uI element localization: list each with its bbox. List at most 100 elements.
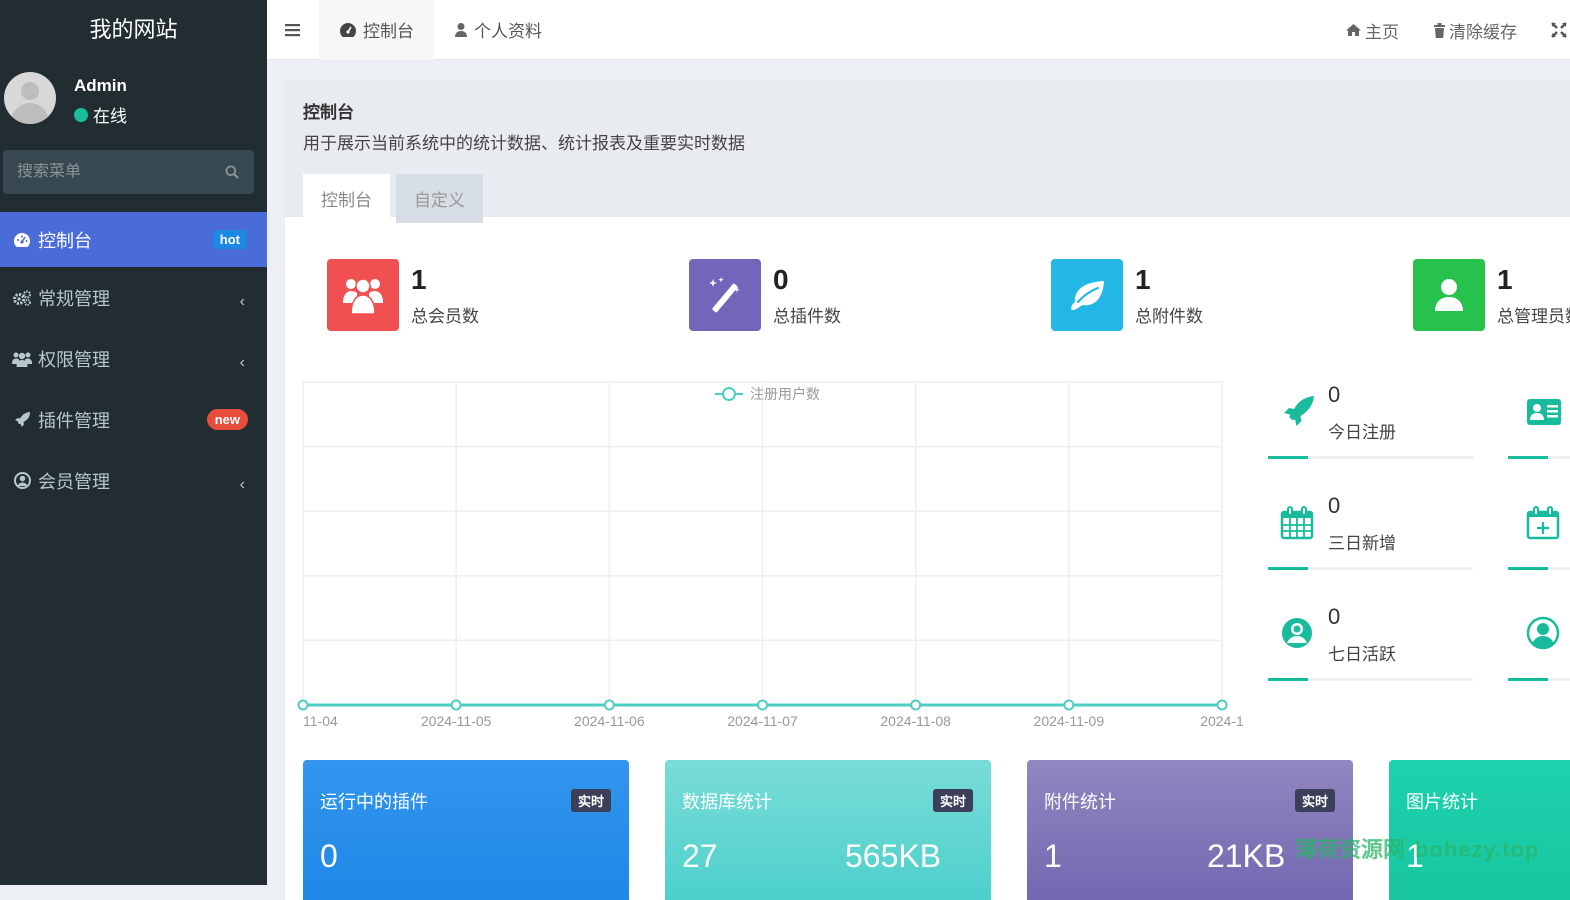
sidebar-item-dashboard[interactable]: 控制台 hot xyxy=(0,212,267,267)
group-icon xyxy=(12,349,32,369)
sidebar-item-label: 控制台 xyxy=(38,230,92,251)
mini-stat-label: 三日新增 xyxy=(1328,534,1396,553)
rocket-icon xyxy=(12,410,32,430)
sidebar-item-label: 会员管理 xyxy=(38,471,110,492)
mini-stat-bar-fill xyxy=(1508,678,1548,681)
stat-label: 总插件数 xyxy=(773,306,841,326)
trash-icon xyxy=(1434,22,1445,38)
sidebar-toggle-button[interactable] xyxy=(267,0,319,60)
chart-legend[interactable]: 注册用户数 xyxy=(715,386,820,402)
leaf-icon xyxy=(1071,281,1104,310)
content-tabs: 控制台 自定义 xyxy=(303,174,1567,223)
sidebar-item-plugins[interactable]: 插件管理 new xyxy=(0,389,267,450)
tab-dashboard[interactable]: 控制台 xyxy=(303,174,390,223)
card-image-stats[interactable]: 图片统计 1 xyxy=(1389,760,1570,900)
site-title[interactable]: 我的网站 xyxy=(0,0,267,60)
search-icon[interactable] xyxy=(224,162,240,182)
sidebar-item-members[interactable]: 会员管理 ‹ xyxy=(0,450,267,511)
data-point[interactable] xyxy=(450,699,462,711)
data-point[interactable] xyxy=(1063,699,1075,711)
x-tick-label: 2024-11-05 xyxy=(421,713,492,729)
home-link[interactable]: 主页 xyxy=(1345,18,1399,43)
mini-stat-bar xyxy=(1508,567,1570,570)
card-value-size: 21KB xyxy=(1207,838,1286,874)
sidebar-item-permissions[interactable]: 权限管理 ‹ xyxy=(0,328,267,389)
data-point[interactable] xyxy=(603,699,615,711)
stat-admins: 1 总管理员数 xyxy=(1413,259,1570,331)
watermark-en: bohezy.top xyxy=(1415,837,1540,862)
mini-stat-bar-fill xyxy=(1508,456,1548,459)
online-dot-icon xyxy=(74,107,88,122)
user-circle-filled-icon xyxy=(1526,616,1560,650)
avatar[interactable] xyxy=(4,72,56,124)
sidebar-item-label: 权限管理 xyxy=(38,349,110,370)
card-value: 1 xyxy=(1044,838,1062,874)
watermark-cn: 薄荷资源网 xyxy=(1295,837,1406,862)
page-description: 用于展示当前系统中的统计数据、统计报表及重要实时数据 xyxy=(303,134,745,153)
user-circle-icon xyxy=(1282,618,1312,648)
nav-tab-label: 个人资料 xyxy=(474,22,542,41)
stat-value: 0 xyxy=(773,263,789,295)
clear-cache-button[interactable]: 清除缓存 xyxy=(1433,18,1517,43)
chevron-left-icon: ‹ xyxy=(239,475,245,493)
nav-tab-label: 控制台 xyxy=(363,22,414,41)
sidebar-item-general[interactable]: 常规管理 ‹ xyxy=(0,267,267,328)
menu-search xyxy=(3,150,254,194)
mini-stat-bar-fill xyxy=(1268,678,1308,681)
stat-icon-box xyxy=(689,259,761,331)
mini-stat-value: 0 xyxy=(1328,493,1341,518)
stat-value: 1 xyxy=(1497,263,1513,295)
nav-tab-dashboard[interactable]: 控制台 xyxy=(319,0,434,60)
id-card-icon xyxy=(1527,399,1561,425)
rocket-icon xyxy=(1284,396,1314,426)
data-point[interactable] xyxy=(757,699,768,711)
clear-cache-label: 清除缓存 xyxy=(1449,22,1517,42)
data-point[interactable] xyxy=(297,699,309,711)
card-title: 数据库统计 xyxy=(682,792,772,812)
menu-search-input[interactable] xyxy=(17,163,224,181)
x-tick-label: 2024-11-08 xyxy=(880,713,951,729)
stat-plugins: 0 总插件数 xyxy=(689,259,841,331)
hot-badge: hot xyxy=(212,230,247,249)
hamburger-icon xyxy=(285,23,300,36)
data-point[interactable] xyxy=(1216,699,1228,711)
calendar-icon xyxy=(1280,506,1314,540)
nav-tab-profile[interactable]: 个人资料 xyxy=(434,0,562,60)
chevron-left-icon: ‹ xyxy=(239,292,245,310)
mini-stat-bar-fill xyxy=(1508,567,1548,570)
sidebar-item-label: 插件管理 xyxy=(38,410,110,431)
watermark: 薄荷资源网 bohezy.top xyxy=(1295,832,1539,864)
mini-stat-label: 七日活跃 xyxy=(1328,645,1396,664)
mini-stat-value: 0 xyxy=(1328,382,1341,407)
fullscreen-button[interactable] xyxy=(1551,22,1570,38)
home-icon xyxy=(1346,24,1361,36)
users-icon xyxy=(343,278,383,314)
user-name: Admin xyxy=(74,76,127,95)
chart-series xyxy=(297,699,1228,711)
card-attachment-stats[interactable]: 附件统计 实时 1 21KB xyxy=(1027,760,1353,900)
x-tick-label: 11-04 xyxy=(303,713,338,729)
dashboard-icon xyxy=(340,22,356,37)
data-point[interactable] xyxy=(910,699,922,711)
mini-stat-bar xyxy=(1268,567,1473,570)
card-database-stats[interactable]: 数据库统计 实时 27 565KB xyxy=(665,760,991,900)
card-running-plugins[interactable]: 运行中的插件 实时 0 xyxy=(303,760,629,900)
mini-stat-bar xyxy=(1508,456,1570,459)
legend-point-marker xyxy=(722,387,736,401)
user-icon xyxy=(455,22,467,37)
user-icon xyxy=(1435,279,1463,311)
sidebar-item-label: 常规管理 xyxy=(38,288,110,309)
card-title: 附件统计 xyxy=(1044,792,1116,812)
stat-icon-box xyxy=(1413,259,1485,331)
cogs-icon xyxy=(12,288,32,308)
navbar-right: 主页 清除缓存 xyxy=(1345,0,1570,60)
card-value: 27 xyxy=(682,838,718,874)
tab-custom[interactable]: 自定义 xyxy=(396,174,483,223)
user-status: 在线 xyxy=(74,102,127,127)
stat-members: 1 总会员数 xyxy=(327,259,479,331)
content-header: 控制台 用于展示当前系统中的统计数据、统计报表及重要实时数据 控制台 自定义 xyxy=(285,80,1570,223)
user-circle-icon xyxy=(12,471,32,491)
mini-stat-bar xyxy=(1268,456,1473,459)
legend-label: 注册用户数 xyxy=(750,386,820,402)
fullscreen-icon xyxy=(1551,22,1567,38)
